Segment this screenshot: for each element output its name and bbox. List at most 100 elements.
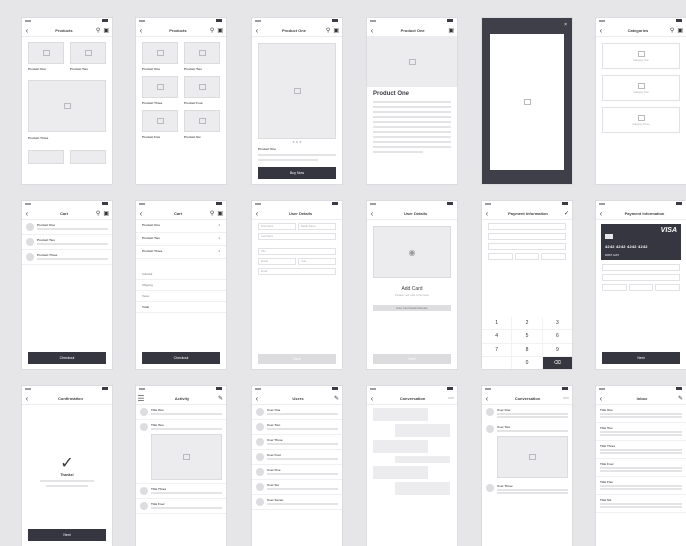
search-icon[interactable]: ⚲	[210, 27, 214, 34]
month-select[interactable]	[602, 284, 627, 291]
search-icon[interactable]: ⚲	[96, 27, 100, 34]
card-number-field[interactable]	[602, 264, 680, 271]
search-icon[interactable]: ⚲	[670, 27, 674, 34]
month-select[interactable]	[488, 253, 513, 260]
compose-icon[interactable]: ✎	[334, 395, 339, 402]
user-row[interactable]: User Seven	[252, 495, 342, 510]
back-icon[interactable]: ‹	[482, 209, 492, 218]
image-carousel[interactable]	[258, 43, 336, 139]
back-icon[interactable]: ‹	[482, 394, 492, 403]
activity-item[interactable]: Title Four	[136, 499, 226, 514]
more-icon[interactable]: ⋯	[563, 395, 569, 402]
next-button[interactable]: Next	[28, 529, 106, 541]
carousel-dots[interactable]: ● ● ●	[252, 139, 342, 144]
back-icon[interactable]: ‹	[22, 394, 32, 403]
checkout-button[interactable]: Checkout	[142, 352, 220, 364]
inbox-item[interactable]: Title Six	[596, 495, 686, 513]
cart-item[interactable]: Product Three	[22, 250, 112, 265]
back-icon[interactable]: ‹	[596, 209, 606, 218]
email-field[interactable]: Email	[258, 268, 336, 275]
year-select[interactable]	[514, 253, 540, 260]
back-icon[interactable]: ‹	[367, 209, 377, 218]
card-number-field[interactable]	[488, 223, 566, 230]
next-button[interactable]: Next	[258, 354, 336, 364]
user-row[interactable]: User Three	[252, 435, 342, 450]
cart-item[interactable]: Product One	[22, 220, 112, 235]
checkmark-icon[interactable]: ✓	[564, 210, 569, 217]
cart-icon[interactable]: ▣	[333, 27, 339, 34]
back-icon[interactable]: ‹	[22, 209, 32, 218]
product-tile[interactable]: Product One	[28, 42, 64, 71]
back-icon[interactable]: ‹	[367, 26, 377, 35]
activity-item[interactable]: Title One	[136, 405, 226, 420]
last-name-field[interactable]: Last Name	[258, 233, 336, 240]
product-tile[interactable]: Product Two	[70, 42, 106, 71]
key-8[interactable]: 8	[512, 343, 542, 356]
back-icon[interactable]: ‹	[136, 209, 146, 218]
key-9[interactable]: 9	[542, 343, 572, 356]
back-icon[interactable]: ‹	[252, 26, 262, 35]
user-row[interactable]: User Four	[252, 450, 342, 465]
category-card[interactable]: Category Three	[602, 107, 680, 133]
product-tile[interactable]: Product Three	[142, 76, 178, 105]
back-icon[interactable]: ‹	[367, 394, 377, 403]
cart-line[interactable]: Product Two 2	[136, 233, 226, 246]
product-tile[interactable]: Product Two	[184, 42, 220, 71]
back-icon[interactable]: ‹	[252, 394, 262, 403]
close-icon[interactable]: ×	[564, 22, 567, 28]
manual-entry-link[interactable]: Enter Card Details Manually	[373, 305, 451, 311]
back-icon[interactable]: ‹	[136, 26, 146, 35]
search-icon[interactable]: ⚲	[96, 210, 100, 217]
compose-icon[interactable]: ✎	[218, 395, 223, 402]
back-icon[interactable]: ‹	[596, 26, 606, 35]
inbox-item[interactable]: Title Five	[596, 477, 686, 495]
search-icon[interactable]: ⚲	[326, 27, 330, 34]
user-row[interactable]: User One	[252, 405, 342, 420]
menu-icon[interactable]: ☰	[136, 394, 146, 403]
key-2[interactable]: 2	[512, 317, 542, 330]
more-icon[interactable]: ⋯	[448, 395, 454, 402]
year-select[interactable]	[628, 284, 654, 291]
next-button[interactable]: Next	[602, 352, 680, 364]
key-3[interactable]: 3	[542, 317, 572, 330]
month-select[interactable]: Month	[258, 258, 296, 265]
card-name-field[interactable]	[602, 274, 680, 281]
cart-line[interactable]: Product Three 2	[136, 246, 226, 259]
buy-now-button[interactable]: Buy Now	[258, 167, 336, 179]
key-0[interactable]: 0	[512, 356, 542, 369]
year-select[interactable]: Year	[298, 258, 336, 265]
key-5[interactable]: 5	[512, 330, 542, 343]
compose-icon[interactable]: ✎	[678, 395, 683, 402]
inbox-item[interactable]: Title One	[596, 405, 686, 423]
inbox-item[interactable]: Title Three	[596, 441, 686, 459]
address-field[interactable]	[488, 243, 566, 250]
key-4[interactable]: 4	[482, 330, 512, 343]
cvv-field[interactable]	[541, 253, 567, 260]
user-row[interactable]: User Two	[252, 420, 342, 435]
middle-name-field[interactable]: Middle Name	[298, 223, 336, 230]
product-tile[interactable]: Product Six	[184, 110, 220, 139]
cart-icon[interactable]: ▣	[217, 27, 223, 34]
cart-item[interactable]: Product Two	[22, 235, 112, 250]
first-name-field[interactable]: First Name	[258, 223, 296, 230]
back-icon[interactable]: ‹	[22, 26, 32, 35]
cart-icon[interactable]: ▣	[217, 210, 223, 217]
back-icon[interactable]: ‹	[252, 209, 262, 218]
cart-line[interactable]: Product One 2	[136, 220, 226, 233]
inbox-item[interactable]: Title Four	[596, 459, 686, 477]
checkout-button[interactable]: Checkout	[28, 352, 106, 364]
key-7[interactable]: 7	[482, 343, 512, 356]
cart-icon[interactable]: ▣	[103, 210, 109, 217]
cart-icon[interactable]: ▣	[103, 27, 109, 34]
title-select[interactable]: Title	[258, 248, 336, 255]
camera-frame[interactable]: ◉	[373, 226, 451, 278]
image-placeholder-icon[interactable]	[28, 80, 106, 132]
user-row[interactable]: User Six	[252, 480, 342, 495]
category-card[interactable]: Category Two	[602, 75, 680, 101]
product-tile[interactable]: Product Five	[142, 110, 178, 139]
key-6[interactable]: 6	[542, 330, 572, 343]
user-row[interactable]: User Five	[252, 465, 342, 480]
product-tile[interactable]: Product One	[142, 42, 178, 71]
product-tile[interactable]: Product Four	[184, 76, 220, 105]
next-button[interactable]: Next	[373, 354, 451, 364]
